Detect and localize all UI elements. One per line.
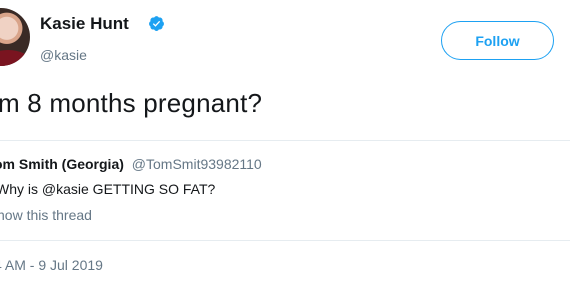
verified-badge-icon [149, 16, 164, 31]
quoted-tweet-author[interactable]: om Smith (Georgia) @TomSmit93982110 [0, 156, 262, 172]
avatar-shirt [0, 50, 30, 66]
show-thread-link[interactable]: how this thread [0, 207, 92, 223]
follow-button[interactable]: Follow [441, 21, 554, 60]
divider [0, 140, 570, 141]
author-display-name[interactable]: Kasie Hunt [40, 14, 129, 34]
divider [0, 240, 570, 241]
tweet-card: Kasie Hunt @kasie Follow m 8 months preg… [0, 0, 570, 285]
quoted-author-handle[interactable]: @TomSmit93982110 [132, 156, 262, 172]
author-handle[interactable]: @kasie [40, 47, 87, 63]
quoted-tweet-text: Why is @kasie GETTING SO FAT? [0, 181, 216, 197]
avatar[interactable] [0, 8, 30, 66]
tweet-timestamp[interactable]: 4 AM - 9 Jul 2019 [0, 257, 103, 273]
tweet-text: m 8 months pregnant? [0, 88, 263, 118]
quoted-author-name[interactable]: om Smith (Georgia) [0, 156, 124, 172]
